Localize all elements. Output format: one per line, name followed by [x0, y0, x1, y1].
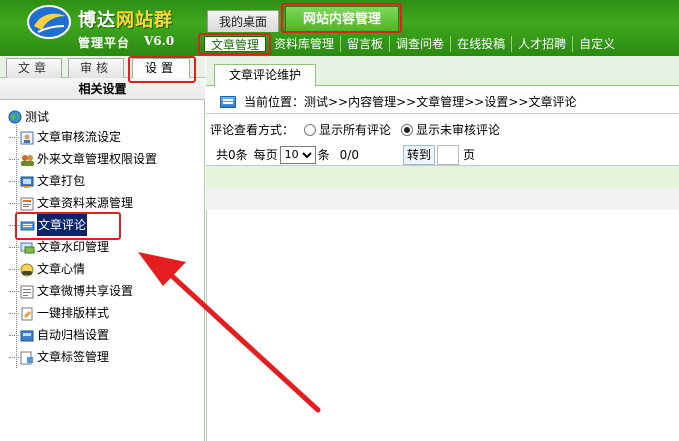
comment-view-mode: 评论查看方式： 显示所有评论 显示未审核评论 [210, 120, 500, 140]
tree-root[interactable]: 测试 [8, 108, 204, 126]
list-header-row [206, 166, 679, 188]
tab-articles[interactable]: 文章 [6, 58, 62, 78]
per-page-select[interactable]: 10 20 50 [279, 145, 316, 164]
radio-show-all-label[interactable]: 显示所有评论 [319, 120, 391, 140]
radio-show-all[interactable] [304, 124, 317, 136]
tree-item-label: 文章心情 [37, 262, 86, 276]
tab-settings[interactable]: 设置 [132, 58, 190, 78]
platform-label: 管理平台 [78, 36, 131, 50]
nav-article-management[interactable]: 文章管理 [204, 36, 267, 52]
tree-item-label: 文章标签管理 [37, 350, 110, 364]
users-permission-icon [20, 152, 35, 166]
tag-icon [20, 350, 35, 365]
comment-icon [20, 218, 35, 232]
left-tab-strip: 文章 审核 设置 [0, 56, 205, 78]
nav-message-board[interactable]: 留言板 [341, 36, 391, 52]
tree-item-auto-archive[interactable]: 自动归档设置 [8, 324, 204, 346]
comment-list-area [206, 210, 679, 441]
watermark-icon [20, 240, 35, 254]
page-info: 0/0 [339, 147, 359, 162]
tab-my-desktop[interactable]: 我的桌面 [207, 10, 279, 32]
tree-item-label: 自动归档设置 [37, 328, 110, 342]
tree-item-label: 文章审核流设定 [37, 130, 122, 144]
left-panel: 文章 审核 设置 相关设置 测试 文章审核流设定 外来文章管理权限设置 文章打包… [0, 56, 205, 441]
tree-item-label: 文章评论 [37, 214, 88, 236]
archive-icon [20, 328, 35, 342]
tree-item-audit-flow[interactable]: 文章审核流设定 [8, 126, 204, 148]
list-empty-row [206, 188, 679, 210]
radio-show-unreviewed-label[interactable]: 显示未审核评论 [416, 120, 500, 140]
tree-item-one-click-layout[interactable]: 一键排版样式 [8, 302, 204, 324]
breadcrumb: 当前位置：测试>>内容管理>>文章管理>>设置>>文章评论 [206, 90, 679, 114]
radio-show-unreviewed[interactable] [401, 124, 414, 136]
tree-item-external-permission[interactable]: 外来文章管理权限设置 [8, 148, 204, 170]
version-label: V6.0 [144, 34, 175, 48]
mood-icon [20, 262, 35, 277]
brand-title: 博达网站群 [78, 10, 173, 31]
settings-tree: 测试 文章审核流设定 外来文章管理权限设置 文章打包 文章资料来源管理 文章评论… [8, 108, 204, 368]
tree-item-label: 文章资料来源管理 [37, 196, 134, 210]
tree-item-label: 一键排版样式 [37, 306, 110, 320]
per-page-label: 每页 [253, 148, 278, 162]
tree-item-package[interactable]: 文章打包 [8, 170, 204, 192]
tab-comment-maintenance[interactable]: 文章评论维护 [214, 64, 316, 87]
tree-item-label: 文章水印管理 [37, 240, 110, 254]
nav-library-management[interactable]: 资料库管理 [268, 36, 342, 52]
layout-style-icon [20, 306, 35, 321]
tree-item-label: 外来文章管理权限设置 [37, 152, 158, 166]
logo-icon [27, 5, 71, 39]
tree-item-tag-management[interactable]: 文章标签管理 [8, 346, 204, 368]
left-panel-title: 相关设置 [0, 78, 205, 100]
logo: 博达网站群 管理平台 V6.0 [0, 0, 205, 56]
tree-item-label: 文章微博共享设置 [37, 284, 134, 298]
package-icon [20, 174, 35, 188]
per-page-unit: 条 [317, 148, 330, 162]
tree-item-watermark[interactable]: 文章水印管理 [8, 236, 204, 258]
main-nav: 文章管理 资料库管理 留言板 调查问卷 在线投稿 人才招聘 自定义 [200, 34, 621, 54]
tab-site-content-management[interactable]: 网站内容管理 [285, 6, 399, 32]
tree-item-label: 文章打包 [37, 174, 86, 188]
nav-custom[interactable]: 自定义 [573, 36, 621, 52]
tree-item-article-comments[interactable]: 文章评论 [8, 214, 204, 236]
location-icon [220, 95, 236, 108]
source-icon [20, 196, 35, 211]
app-header: 博达网站群 管理平台 V6.0 我的桌面 网站内容管理 文章管理 资料库管理 留… [0, 0, 679, 56]
tree-root-label: 测试 [25, 110, 50, 124]
page-suffix: 页 [462, 148, 475, 162]
view-mode-label: 评论查看方式： [210, 123, 295, 137]
tree-item-weibo-share[interactable]: 文章微博共享设置 [8, 280, 204, 302]
tree-item-source-management[interactable]: 文章资料来源管理 [8, 192, 204, 214]
content-tab-strip: 文章评论维护 [206, 56, 679, 87]
audit-flow-icon [20, 130, 35, 145]
weibo-share-icon [20, 284, 35, 299]
goto-page-input[interactable] [436, 144, 459, 165]
goto-button[interactable]: 转到 [402, 144, 435, 165]
tab-review[interactable]: 审核 [68, 58, 124, 78]
nav-recruitment[interactable]: 人才招聘 [512, 36, 574, 52]
content-panel: 文章评论维护 当前位置：测试>>内容管理>>文章管理>>设置>>文章评论 评论查… [206, 56, 679, 441]
nav-survey[interactable]: 调查问卷 [390, 36, 452, 52]
total-count: 共0条 [216, 148, 248, 162]
pager: 共0条 每页 10 20 50 条 0/0 转到 页 [206, 144, 679, 166]
nav-online-submission[interactable]: 在线投稿 [451, 36, 513, 52]
tree-item-mood[interactable]: 文章心情 [8, 258, 204, 280]
breadcrumb-text: 当前位置：测试>>内容管理>>文章管理>>设置>>文章评论 [244, 94, 577, 109]
